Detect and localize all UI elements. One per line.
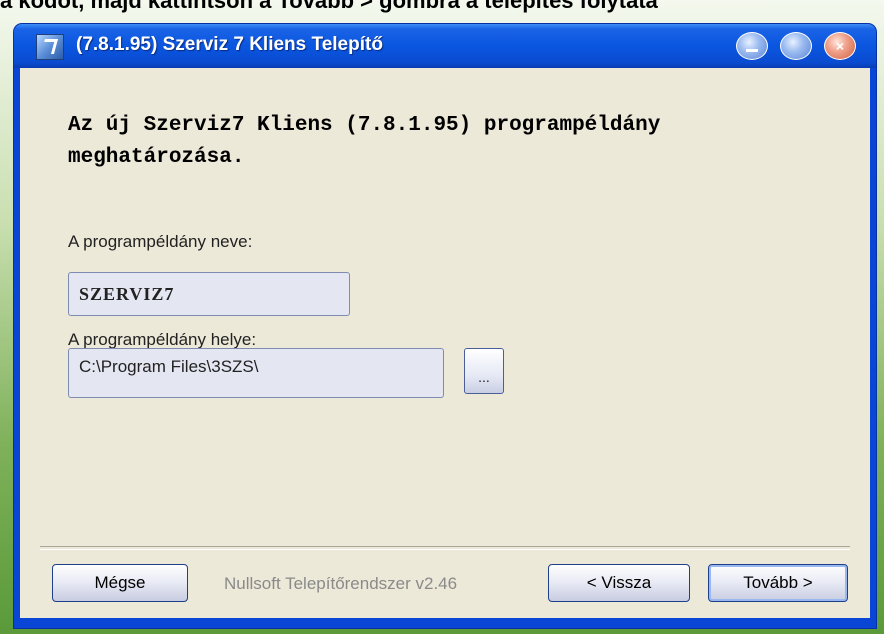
instance-path-label: A programpéldány helye: — [68, 330, 257, 349]
page-heading: Az új Szerviz7 Kliens (7.8.1.95) program… — [68, 114, 661, 169]
window-title: (7.8.1.95) Szerviz 7 Kliens Telepítő — [76, 34, 383, 55]
minimize-icon — [746, 48, 758, 52]
close-button[interactable]: × — [824, 32, 856, 60]
content-panel: Az új Szerviz7 Kliens (7.8.1.95) program… — [44, 82, 854, 542]
window-bottom-border — [20, 618, 870, 624]
instance-name-field[interactable]: SZERVIZ7 — [68, 272, 350, 316]
maximize-button[interactable] — [780, 32, 812, 60]
dialog-body: Az új Szerviz7 Kliens (7.8.1.95) program… — [20, 68, 870, 624]
instance-path-field[interactable]: C:\Program Files\3SZS\ — [68, 348, 444, 398]
cancel-button[interactable]: Mégse — [52, 564, 188, 602]
next-button[interactable]: Tovább > — [708, 564, 848, 602]
title-bar[interactable]: (7.8.1.95) Szerviz 7 Kliens Telepítő × — [14, 24, 876, 68]
footer-divider — [40, 546, 850, 550]
back-button[interactable]: < Vissza — [548, 564, 690, 602]
nsis-branding: Nullsoft Telepítőrendszer v2.46 — [224, 574, 458, 593]
close-icon: × — [835, 38, 845, 54]
minimize-button[interactable] — [736, 32, 768, 60]
instance-path-value: C:\Program Files\3SZS\ — [79, 357, 259, 376]
instance-name-label: A programpéldány neve: — [68, 232, 253, 251]
installer-window: (7.8.1.95) Szerviz 7 Kliens Telepítő × A… — [14, 24, 876, 628]
installer-app-icon[interactable] — [36, 34, 64, 60]
browse-button[interactable]: ... — [464, 348, 504, 394]
page-caption: a kódot, majd kattintson a Tovább > gomb… — [0, 0, 658, 13]
instance-name-value: SZERVIZ7 — [79, 283, 175, 304]
